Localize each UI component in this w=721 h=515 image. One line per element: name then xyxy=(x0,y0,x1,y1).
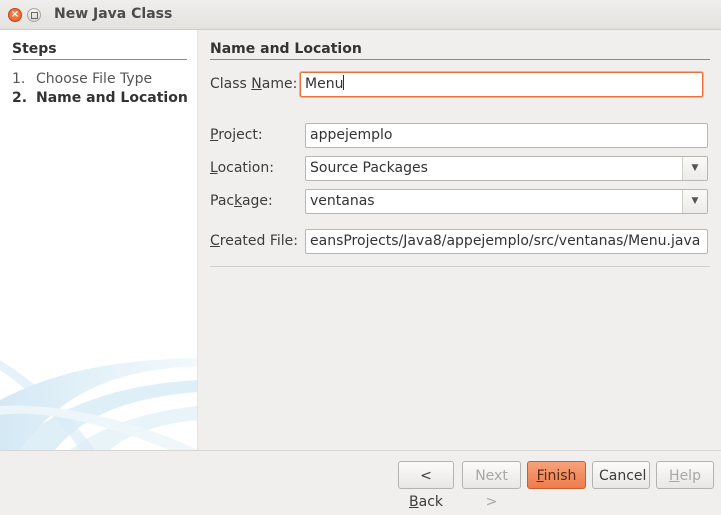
label-text: ocation: xyxy=(217,160,274,176)
location-label: Location: xyxy=(210,160,274,176)
project-label: Project: xyxy=(210,127,263,143)
created-file-field[interactable]: eansProjects/Java8/appejemplo/src/ventan… xyxy=(305,229,708,254)
mnemonic: L xyxy=(210,160,218,176)
button-text: inish xyxy=(543,468,577,484)
label-text: Pac xyxy=(210,193,235,209)
step-name-and-location: 2. Name and Location xyxy=(12,90,188,106)
mnemonic: k xyxy=(234,193,242,209)
step-label: Name and Location xyxy=(36,90,188,106)
label-text: Class xyxy=(210,76,252,92)
label-text: age: xyxy=(241,193,273,209)
button-text: < xyxy=(420,468,432,484)
field-value: appejemplo xyxy=(310,127,393,143)
next-button[interactable]: Next > xyxy=(462,461,521,510)
label-text: roject: xyxy=(218,127,263,143)
steps-divider xyxy=(12,59,187,60)
label-text: reated File: xyxy=(219,233,299,249)
text-caret xyxy=(343,75,345,90)
section-title: Name and Location xyxy=(210,41,362,57)
step-number: 1. xyxy=(12,71,26,87)
label-text: ame: xyxy=(261,76,298,92)
mnemonic: B xyxy=(409,494,419,510)
decorative-swoosh-image xyxy=(0,358,197,450)
project-field[interactable]: appejemplo xyxy=(305,123,708,148)
button-bar-separator xyxy=(0,450,721,451)
back-button[interactable]: < Back xyxy=(398,461,454,510)
button-text: elp xyxy=(679,468,701,484)
selected-value: ventanas xyxy=(310,193,375,209)
class-name-label: Class Name: xyxy=(210,76,297,92)
finish-button[interactable]: Finish xyxy=(527,461,586,489)
maximize-icon[interactable] xyxy=(27,8,41,22)
chevron-down-icon[interactable]: ▼ xyxy=(682,157,707,180)
form-separator xyxy=(210,266,710,267)
step-number: 2. xyxy=(12,90,28,106)
mnemonic: H xyxy=(669,468,680,484)
section-divider xyxy=(210,59,710,60)
step-choose-file-type: 1. Choose File Type xyxy=(12,71,152,87)
button-text: ack xyxy=(418,494,443,510)
mnemonic: F xyxy=(536,468,544,484)
window-title: New Java Class xyxy=(54,6,173,22)
steps-title: Steps xyxy=(12,41,57,57)
package-combo[interactable]: ventanas ▼ xyxy=(305,189,708,214)
created-file-label: Created File: xyxy=(210,233,298,249)
mnemonic: C xyxy=(210,233,220,249)
chevron-down-icon[interactable]: ▼ xyxy=(682,190,707,213)
field-value: eansProjects/Java8/appejemplo/src/ventan… xyxy=(310,233,701,249)
cancel-button[interactable]: Cancel xyxy=(592,461,650,489)
selected-value: Source Packages xyxy=(310,160,428,176)
mnemonic: N xyxy=(251,76,262,92)
help-button[interactable]: Help xyxy=(656,461,714,489)
mnemonic: P xyxy=(210,127,219,143)
class-name-input[interactable]: Menu xyxy=(300,72,703,97)
close-icon[interactable]: × xyxy=(8,8,22,22)
location-dropdown[interactable]: Source Packages ▼ xyxy=(305,156,708,181)
steps-panel: Steps 1. Choose File Type 2. Name and Loca… xyxy=(0,30,198,450)
input-value: Menu xyxy=(305,76,344,92)
package-label: Package: xyxy=(210,193,273,209)
title-bar: × New Java Class xyxy=(0,0,721,30)
step-label: Choose File Type xyxy=(36,71,153,87)
